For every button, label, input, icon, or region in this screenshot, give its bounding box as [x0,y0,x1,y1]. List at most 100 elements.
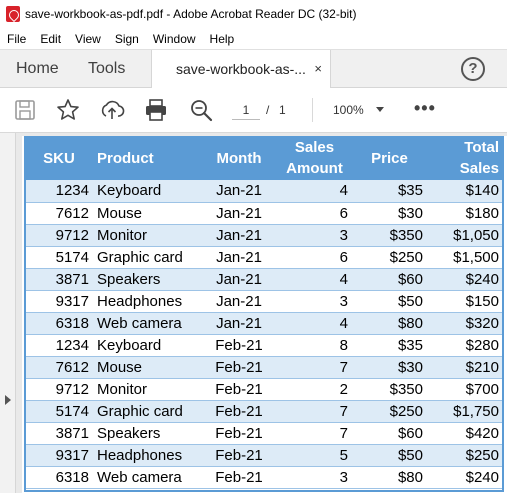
menu-window[interactable]: Window [146,32,203,46]
cell-sales-amount: 5 [277,444,352,467]
menu-edit[interactable]: Edit [33,32,68,46]
cell-price: $30 [352,356,427,379]
header-product: Product [93,136,201,180]
cell-sales-amount: 7 [277,400,352,423]
cell-total-sales: $240 [427,268,503,291]
bookmark-star-icon[interactable] [55,97,81,123]
acrobat-pdf-icon [6,6,20,22]
cell-total-sales: $250 [427,444,503,467]
cell-product: Headphones [93,444,201,467]
cell-price: $350 [352,378,427,401]
cell-total-sales: $140 [427,180,503,203]
cell-sku: 3871 [25,268,93,291]
table-row: 1234 Keyboard Feb-21 8 $35 $280 [25,334,503,357]
help-icon[interactable]: ? [461,57,485,81]
chevron-down-icon[interactable] [376,107,384,112]
window-title: save-workbook-as-pdf.pdf - Adobe Acrobat… [25,7,357,21]
pdf-page: SKU Product Month Sales Amount Price Tota… [22,136,507,493]
table-row: 5174 Graphic card Feb-21 7 $250 $1,750 [25,400,503,423]
cell-total-sales: $1,750 [427,400,503,423]
cell-product: Speakers [93,422,201,445]
table-row: 3871 Speakers Jan-21 4 $60 $240 [25,268,503,291]
total-pages: 1 [279,103,286,117]
cell-sku: 3871 [25,422,93,445]
cell-month: Jan-21 [201,224,277,247]
tab-document[interactable]: save-workbook-as-... × [151,50,331,89]
current-page-input[interactable]: 1 [232,100,260,120]
cell-month: Feb-21 [201,466,277,489]
cell-price: $60 [352,268,427,291]
cell-product: Mouse [93,202,201,225]
zoom-search-icon[interactable] [188,97,214,123]
table-row: 9317 Headphones Jan-21 3 $50 $150 [25,290,503,313]
cell-product: Web camera [93,466,201,489]
table-row: 9712 Monitor Feb-21 2 $350 $700 [25,378,503,401]
table-row: 3871 Speakers Feb-21 7 $60 $420 [25,422,503,445]
print-icon[interactable] [143,97,169,123]
tab-home[interactable]: Home [16,50,59,88]
menu-sign[interactable]: Sign [108,32,146,46]
cell-product: Monitor [93,224,201,247]
cell-price: $80 [352,466,427,489]
expand-panel-arrow-icon[interactable] [5,395,11,405]
cell-product: Mouse [93,356,201,379]
save-icon[interactable] [12,97,38,123]
cell-sales-amount: 4 [277,180,352,203]
cell-sales-amount: 6 [277,202,352,225]
cell-total-sales: $1,500 [427,246,503,269]
cell-month: Jan-21 [201,290,277,313]
cell-sku: 9317 [25,290,93,313]
menu-view[interactable]: View [68,32,108,46]
menu-help[interactable]: Help [203,32,242,46]
cell-total-sales: $320 [427,312,503,335]
cell-month: Jan-21 [201,180,277,203]
cell-sku: 7612 [25,356,93,379]
upload-share-icon[interactable] [99,97,125,123]
cell-sales-amount: 4 [277,268,352,291]
cell-sku: 1234 [25,334,93,357]
cell-sku: 1234 [25,180,93,203]
zoom-level[interactable]: 100% [333,100,364,120]
cell-product: Headphones [93,290,201,313]
header-month: Month [201,136,277,180]
cell-sku: 5174 [25,400,93,423]
cell-price: $350 [352,224,427,247]
cell-sku: 9712 [25,224,93,247]
cell-month: Jan-21 [201,246,277,269]
cell-product: Graphic card [93,246,201,269]
table-row: 9712 Monitor Jan-21 3 $350 $1,050 [25,224,503,247]
table-row: 1234 Keyboard Jan-21 4 $35 $140 [25,180,503,203]
cell-price: $50 [352,444,427,467]
cell-product: Graphic card [93,400,201,423]
toolbar-divider [312,98,313,122]
cell-month: Feb-21 [201,422,277,445]
menu-file[interactable]: File [0,32,33,46]
tab-document-label: save-workbook-as-... [176,61,306,77]
cell-total-sales: $150 [427,290,503,313]
side-panel-strip [0,133,16,493]
cell-price: $30 [352,202,427,225]
header-sales-amount: Sales Amount [277,136,352,180]
cell-price: $80 [352,312,427,335]
toolbar: 1 / 1 100% ••• [0,88,507,133]
cell-price: $50 [352,290,427,313]
cell-product: Speakers [93,268,201,291]
cell-product: Web camera [93,312,201,335]
cell-sales-amount: 8 [277,334,352,357]
cell-sales-amount: 3 [277,224,352,247]
title-bar: save-workbook-as-pdf.pdf - Adobe Acrobat… [0,0,507,28]
menu-bar: File Edit View Sign Window Help [0,28,507,49]
cell-sales-amount: 3 [277,290,352,313]
cell-sku: 6318 [25,466,93,489]
cell-total-sales: $1,050 [427,224,503,247]
more-options-icon[interactable]: ••• [414,98,436,118]
cell-product: Keyboard [93,334,201,357]
table-row: 7612 Mouse Feb-21 7 $30 $210 [25,356,503,379]
cell-product: Keyboard [93,180,201,203]
close-tab-icon[interactable]: × [314,50,322,88]
cell-sku: 7612 [25,202,93,225]
tab-tools[interactable]: Tools [88,50,125,88]
cell-sales-amount: 6 [277,246,352,269]
cell-month: Jan-21 [201,312,277,335]
header-sku: SKU [25,136,93,180]
